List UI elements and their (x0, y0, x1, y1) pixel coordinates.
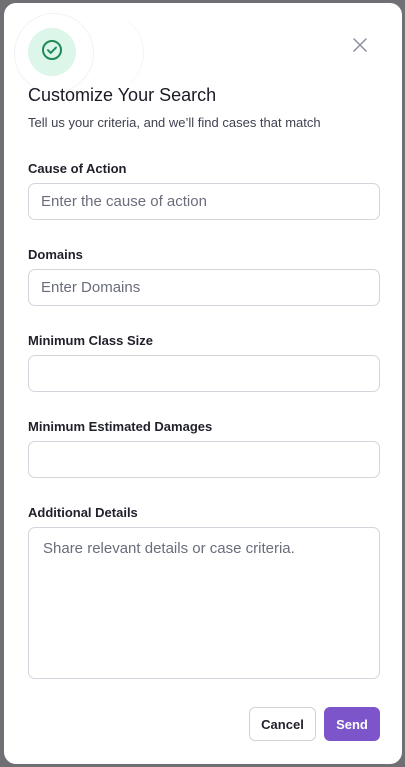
additional-details-label: Additional Details (28, 505, 138, 520)
additional-details-textarea[interactable] (28, 527, 380, 679)
send-button[interactable]: Send (324, 707, 380, 741)
domains-label: Domains (28, 247, 83, 262)
domains-input[interactable] (28, 269, 380, 306)
close-button[interactable] (350, 37, 370, 57)
close-icon[interactable] (353, 37, 367, 57)
check-circle-icon (40, 38, 64, 67)
modal-title: Customize Your Search (28, 85, 217, 105)
cause-of-action-label: Cause of Action (28, 161, 127, 176)
cause-of-action-input[interactable] (28, 183, 380, 220)
cancel-button[interactable]: Cancel (249, 707, 316, 741)
decorative-ring-arc (98, 13, 144, 93)
success-badge (28, 28, 76, 76)
modal-subtitle: Tell us your criteria, and we’ll find ca… (28, 115, 321, 130)
customize-search-modal: Customize Your Search Tell us your crite… (4, 3, 402, 764)
minimum-class-size-label: Minimum Class Size (28, 333, 153, 348)
minimum-estimated-damages-label: Minimum Estimated Damages (28, 419, 213, 434)
minimum-estimated-damages-input[interactable] (28, 441, 380, 478)
minimum-class-size-input[interactable] (28, 355, 380, 392)
